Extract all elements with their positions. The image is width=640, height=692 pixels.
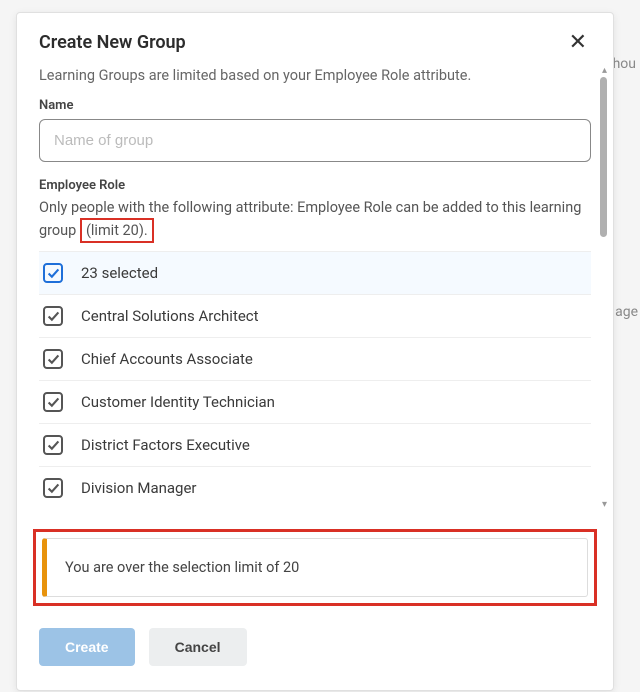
role-list: 23 selected Central Solutions Architect …	[39, 251, 591, 509]
role-checkbox[interactable]	[43, 478, 63, 498]
selected-count-row[interactable]: 23 selected	[39, 252, 591, 295]
role-option[interactable]: District Factors Executive	[39, 424, 591, 467]
modal-title: Create New Group	[39, 32, 186, 53]
role-option-label: Division Manager	[81, 479, 197, 497]
group-name-input[interactable]	[39, 119, 591, 162]
limit-highlight: (limit 20).	[80, 218, 154, 243]
select-all-checkbox[interactable]	[43, 263, 63, 283]
role-option[interactable]: Division Manager	[39, 467, 591, 509]
check-icon	[47, 482, 60, 495]
create-group-modal: Create New Group ✕ ▴ ▾ Learning Groups a…	[16, 12, 614, 691]
check-icon	[47, 267, 60, 280]
role-option-label: District Factors Executive	[81, 436, 250, 454]
role-option[interactable]: Central Solutions Architect	[39, 295, 591, 338]
background-text: age	[615, 304, 638, 320]
employee-role-label: Employee Role	[39, 178, 591, 193]
modal-header: Create New Group ✕	[17, 13, 613, 61]
role-option[interactable]: Chief Accounts Associate	[39, 338, 591, 381]
selected-count-label: 23 selected	[81, 264, 158, 282]
check-icon	[47, 396, 60, 409]
create-button[interactable]: Create	[39, 628, 135, 666]
role-option-label: Chief Accounts Associate	[81, 350, 253, 368]
warning-highlight: You are over the selection limit of 20	[33, 529, 597, 606]
employee-role-help: Only people with the following attribute…	[39, 197, 591, 243]
scrollbar-thumb[interactable]	[600, 77, 607, 237]
modal-body: ▴ ▾ Learning Groups are limited based on…	[17, 67, 613, 509]
cancel-button[interactable]: Cancel	[149, 628, 247, 666]
scroll-up-icon[interactable]: ▴	[602, 65, 607, 76]
scroll-down-icon[interactable]: ▾	[602, 499, 607, 510]
role-checkbox[interactable]	[43, 392, 63, 412]
modal-footer: Create Cancel	[17, 606, 613, 666]
modal-subtitle: Learning Groups are limited based on you…	[39, 67, 591, 84]
check-icon	[47, 310, 60, 323]
role-option-label: Customer Identity Technician	[81, 393, 275, 411]
role-checkbox[interactable]	[43, 349, 63, 369]
role-checkbox[interactable]	[43, 306, 63, 326]
role-checkbox[interactable]	[43, 435, 63, 455]
background-text: hou	[613, 56, 636, 72]
role-option[interactable]: Customer Identity Technician	[39, 381, 591, 424]
check-icon	[47, 439, 60, 452]
warning-message: You are over the selection limit of 20	[42, 538, 588, 597]
role-option-label: Central Solutions Architect	[81, 307, 259, 325]
close-button[interactable]: ✕	[565, 31, 591, 53]
check-icon	[47, 353, 60, 366]
name-label: Name	[39, 98, 591, 113]
